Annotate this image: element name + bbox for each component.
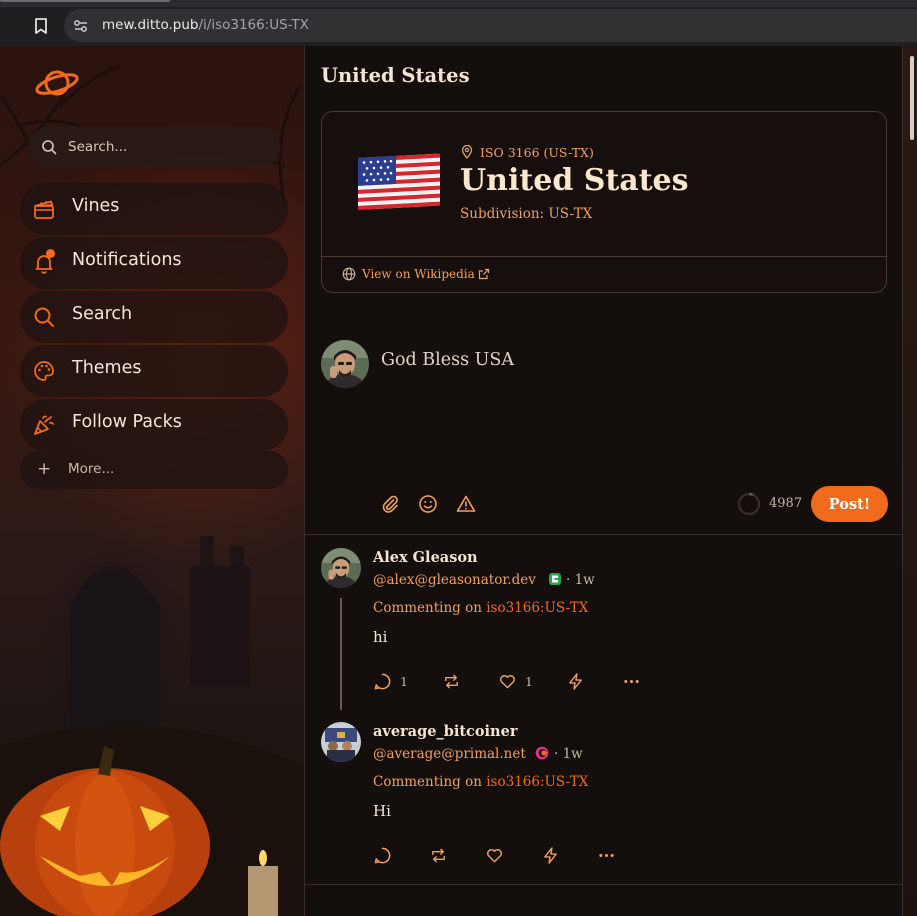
- context-link[interactable]: iso3166:US-TX: [486, 600, 588, 616]
- sidebar-item-notifications[interactable]: Notifications: [20, 237, 288, 289]
- sidebar-item-label: Themes: [72, 358, 142, 378]
- comment-context: Commenting on iso3166:US-TX: [373, 600, 588, 616]
- more-options-button[interactable]: [622, 671, 641, 691]
- server-badge-icon: [549, 573, 561, 585]
- comment-icon: [374, 673, 391, 689]
- author-name[interactable]: average_bitcoiner: [373, 723, 517, 740]
- active-tab-edge[interactable]: [0, 0, 170, 2]
- context-prefix: Commenting on: [373, 774, 482, 790]
- url-path: /i/iso3166:US-TX: [198, 17, 309, 33]
- repost-icon: [432, 848, 445, 862]
- sidebar: Vines Notifications Search Themes: [0, 46, 304, 916]
- country-name: United States: [460, 163, 689, 198]
- post-button[interactable]: Post!: [811, 486, 888, 522]
- author-name[interactable]: Alex Gleason: [373, 549, 478, 566]
- reply-button[interactable]: [373, 845, 392, 865]
- party-popper-icon: [34, 415, 54, 435]
- post-avatar[interactable]: [321, 722, 361, 762]
- ellipsis-icon: [624, 679, 639, 683]
- context-prefix: Commenting on: [373, 600, 482, 616]
- post-age[interactable]: · 1w: [566, 572, 595, 588]
- like-button[interactable]: [485, 845, 504, 865]
- plus-icon: +: [37, 459, 52, 479]
- zap-button[interactable]: [541, 845, 560, 865]
- clapperboard-icon: [34, 200, 54, 219]
- smile-icon[interactable]: [418, 494, 438, 514]
- sidebar-item-label: Notifications: [72, 250, 182, 270]
- repost-button[interactable]: [429, 845, 448, 865]
- lightning-icon: [544, 846, 557, 864]
- comment-context: Commenting on iso3166:US-TX: [373, 774, 588, 790]
- palette-icon: [34, 361, 54, 381]
- location-card: ISO 3166 (US-TX) United States Subdivisi…: [321, 111, 887, 293]
- sidebar-item-search[interactable]: Search: [20, 291, 288, 343]
- post-divider: [305, 884, 902, 885]
- page-title: United States: [321, 64, 470, 87]
- sidebar-search-input[interactable]: [68, 136, 268, 158]
- post-avatar[interactable]: [321, 548, 361, 588]
- ditto-planet-logo[interactable]: [34, 66, 80, 100]
- sidebar-search[interactable]: [28, 127, 280, 167]
- repost-button[interactable]: [442, 671, 461, 691]
- url-text[interactable]: mew.ditto.pub/i/iso3166:US-TX: [102, 17, 309, 33]
- iso-code-label: ISO 3166 (US-TX): [480, 145, 594, 160]
- sidebar-item-label: Vines: [72, 196, 120, 216]
- lightning-icon: [569, 672, 582, 690]
- warning-icon[interactable]: [456, 494, 476, 514]
- right-margin-background: [903, 46, 917, 916]
- heart-icon: [500, 674, 515, 688]
- composer-divider: [305, 534, 902, 535]
- bookmark-icon[interactable]: [30, 16, 52, 36]
- address-bar[interactable]: mew.ditto.pub/i/iso3166:US-TX: [64, 9, 917, 42]
- site-info-icon[interactable]: [72, 17, 90, 35]
- sidebar-more-button[interactable]: + More...: [20, 451, 288, 489]
- scrollbar-thumb[interactable]: [910, 56, 914, 140]
- browser-toolbar: mew.ditto.pub/i/iso3166:US-TX: [0, 0, 917, 46]
- sidebar-item-label: Search: [72, 304, 133, 324]
- post-age[interactable]: · 1w: [554, 746, 583, 762]
- reply-button[interactable]: 1: [373, 671, 408, 691]
- heart-icon: [487, 848, 502, 862]
- zap-button[interactable]: [566, 671, 585, 691]
- search-icon: [42, 140, 57, 155]
- us-flag-icon: [358, 153, 440, 210]
- card-divider: [322, 256, 886, 257]
- post-body: Hi: [373, 802, 391, 820]
- ellipsis-icon: [599, 853, 614, 857]
- sidebar-item-follow-packs[interactable]: Follow Packs: [20, 399, 288, 451]
- thread-line: [340, 598, 342, 710]
- composer-avatar[interactable]: [321, 340, 369, 388]
- primal-badge-icon: [535, 746, 549, 760]
- notification-badge-dot: [46, 249, 55, 258]
- map-pin-icon: [461, 145, 473, 159]
- repost-icon: [445, 674, 458, 688]
- reply-count: 1: [400, 673, 408, 689]
- like-button[interactable]: 1: [498, 671, 533, 691]
- more-options-button[interactable]: [597, 845, 616, 865]
- context-link[interactable]: iso3166:US-TX: [486, 774, 588, 790]
- main-column: United States ISO 3166 (US-TX) United St…: [304, 46, 903, 916]
- url-host: mew.ditto.pub: [102, 17, 199, 33]
- like-count: 1: [525, 673, 533, 689]
- character-counter-ring: [737, 492, 761, 516]
- paperclip-icon[interactable]: [380, 494, 400, 514]
- tab-strip: [0, 0, 917, 7]
- globe-icon: [342, 267, 356, 281]
- more-label: More...: [68, 461, 115, 477]
- character-counter: 4987: [769, 496, 803, 511]
- composer-textarea[interactable]: God Bless USA: [381, 350, 514, 370]
- search-icon: [34, 307, 54, 327]
- post-body: hi: [373, 628, 388, 646]
- external-link-icon[interactable]: [478, 268, 490, 280]
- comment-icon: [374, 847, 391, 863]
- subdivision-label: Subdivision: US-TX: [460, 206, 593, 222]
- sidebar-item-vines[interactable]: Vines: [20, 183, 288, 235]
- author-handle[interactable]: @average@primal.net: [373, 746, 526, 762]
- author-handle[interactable]: @alex@gleasonator.dev: [373, 572, 536, 588]
- wikipedia-link[interactable]: View on Wikipedia: [362, 267, 475, 281]
- sidebar-item-themes[interactable]: Themes: [20, 345, 288, 397]
- sidebar-item-label: Follow Packs: [72, 412, 182, 432]
